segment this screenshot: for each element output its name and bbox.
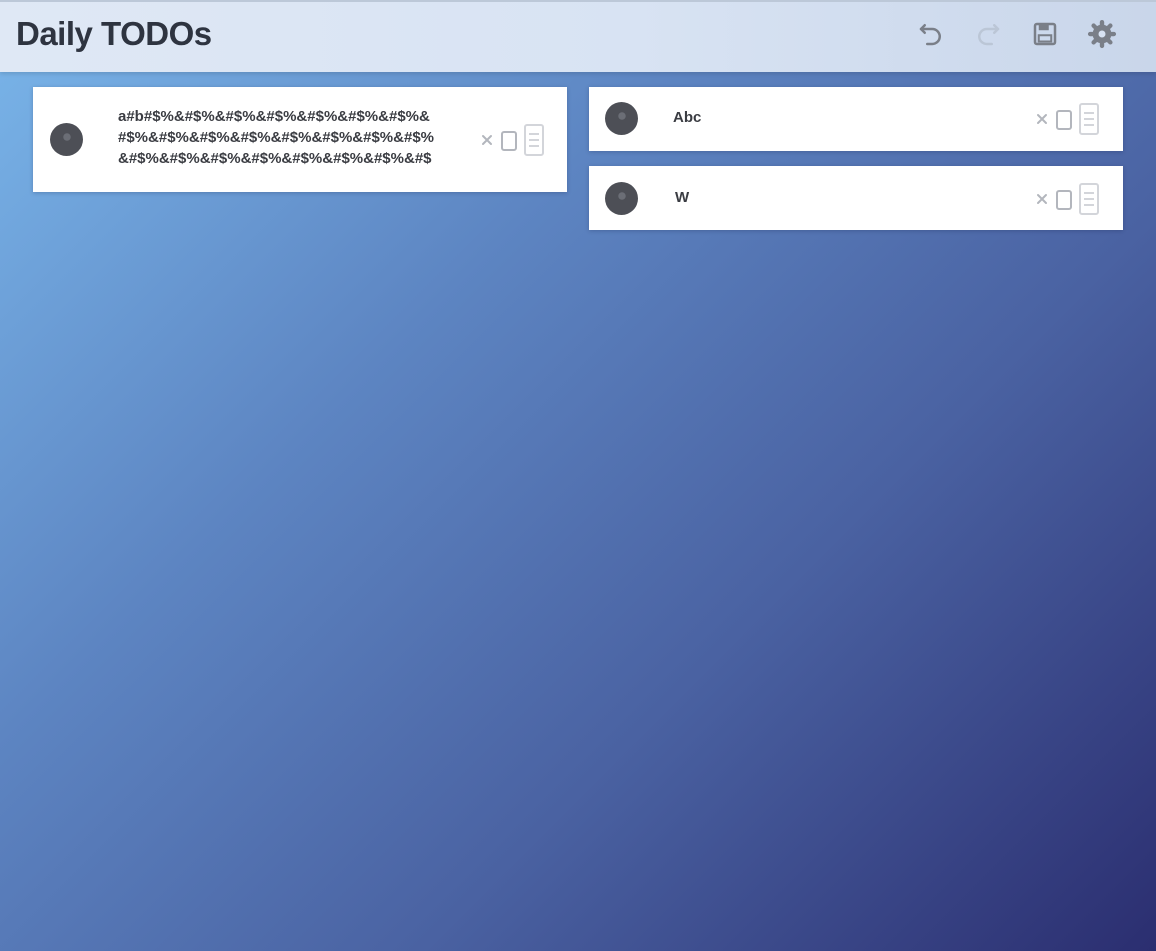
check-icon bbox=[58, 128, 76, 151]
edit-button[interactable] bbox=[1056, 110, 1072, 130]
delete-button[interactable] bbox=[479, 132, 495, 148]
drag-handle[interactable] bbox=[1078, 183, 1100, 215]
close-icon bbox=[479, 135, 495, 152]
todo-card[interactable]: a#b#$%&#$%&#$%&#$%&#$%&#$%&#$%&#$%&#$%&#… bbox=[33, 87, 567, 192]
redo-button[interactable] bbox=[968, 16, 1008, 56]
toolbar bbox=[911, 16, 1122, 56]
page-title: Daily TODOs bbox=[16, 15, 212, 52]
check-icon bbox=[613, 187, 631, 210]
undo-button[interactable] bbox=[911, 16, 951, 56]
todo-card[interactable]: Abc bbox=[589, 87, 1123, 151]
delete-button[interactable] bbox=[1034, 111, 1050, 127]
edit-button[interactable] bbox=[1056, 190, 1072, 210]
todo-text[interactable]: W bbox=[675, 187, 689, 208]
gear-icon bbox=[1087, 19, 1117, 54]
todo-text[interactable]: a#b#$%&#$%&#$%&#$%&#$%&#$%&#$%&#$%&#$%&#… bbox=[118, 106, 434, 172]
close-icon bbox=[1034, 194, 1050, 211]
drag-handle-icon bbox=[1078, 183, 1100, 219]
edit-button[interactable] bbox=[501, 131, 517, 151]
delete-button[interactable] bbox=[1034, 191, 1050, 207]
complete-toggle[interactable] bbox=[50, 123, 83, 156]
todo-card[interactable]: W bbox=[589, 166, 1123, 230]
drag-handle-icon bbox=[523, 124, 545, 160]
app-header: Daily TODOs bbox=[0, 0, 1156, 72]
redo-icon bbox=[973, 19, 1003, 54]
todo-text[interactable]: Abc bbox=[673, 107, 701, 128]
settings-button[interactable] bbox=[1082, 16, 1122, 56]
check-icon bbox=[613, 107, 631, 130]
app-window: Daily TODOs a#b#$%&#$%&#$%&#$%&#$%&#$%&#… bbox=[0, 0, 1156, 951]
close-icon bbox=[1034, 114, 1050, 131]
undo-icon bbox=[916, 19, 946, 54]
complete-toggle[interactable] bbox=[605, 182, 638, 215]
drag-handle[interactable] bbox=[523, 124, 545, 156]
save-icon bbox=[1030, 19, 1060, 54]
drag-handle[interactable] bbox=[1078, 103, 1100, 135]
complete-toggle[interactable] bbox=[605, 102, 638, 135]
save-button[interactable] bbox=[1025, 16, 1065, 56]
drag-handle-icon bbox=[1078, 103, 1100, 139]
